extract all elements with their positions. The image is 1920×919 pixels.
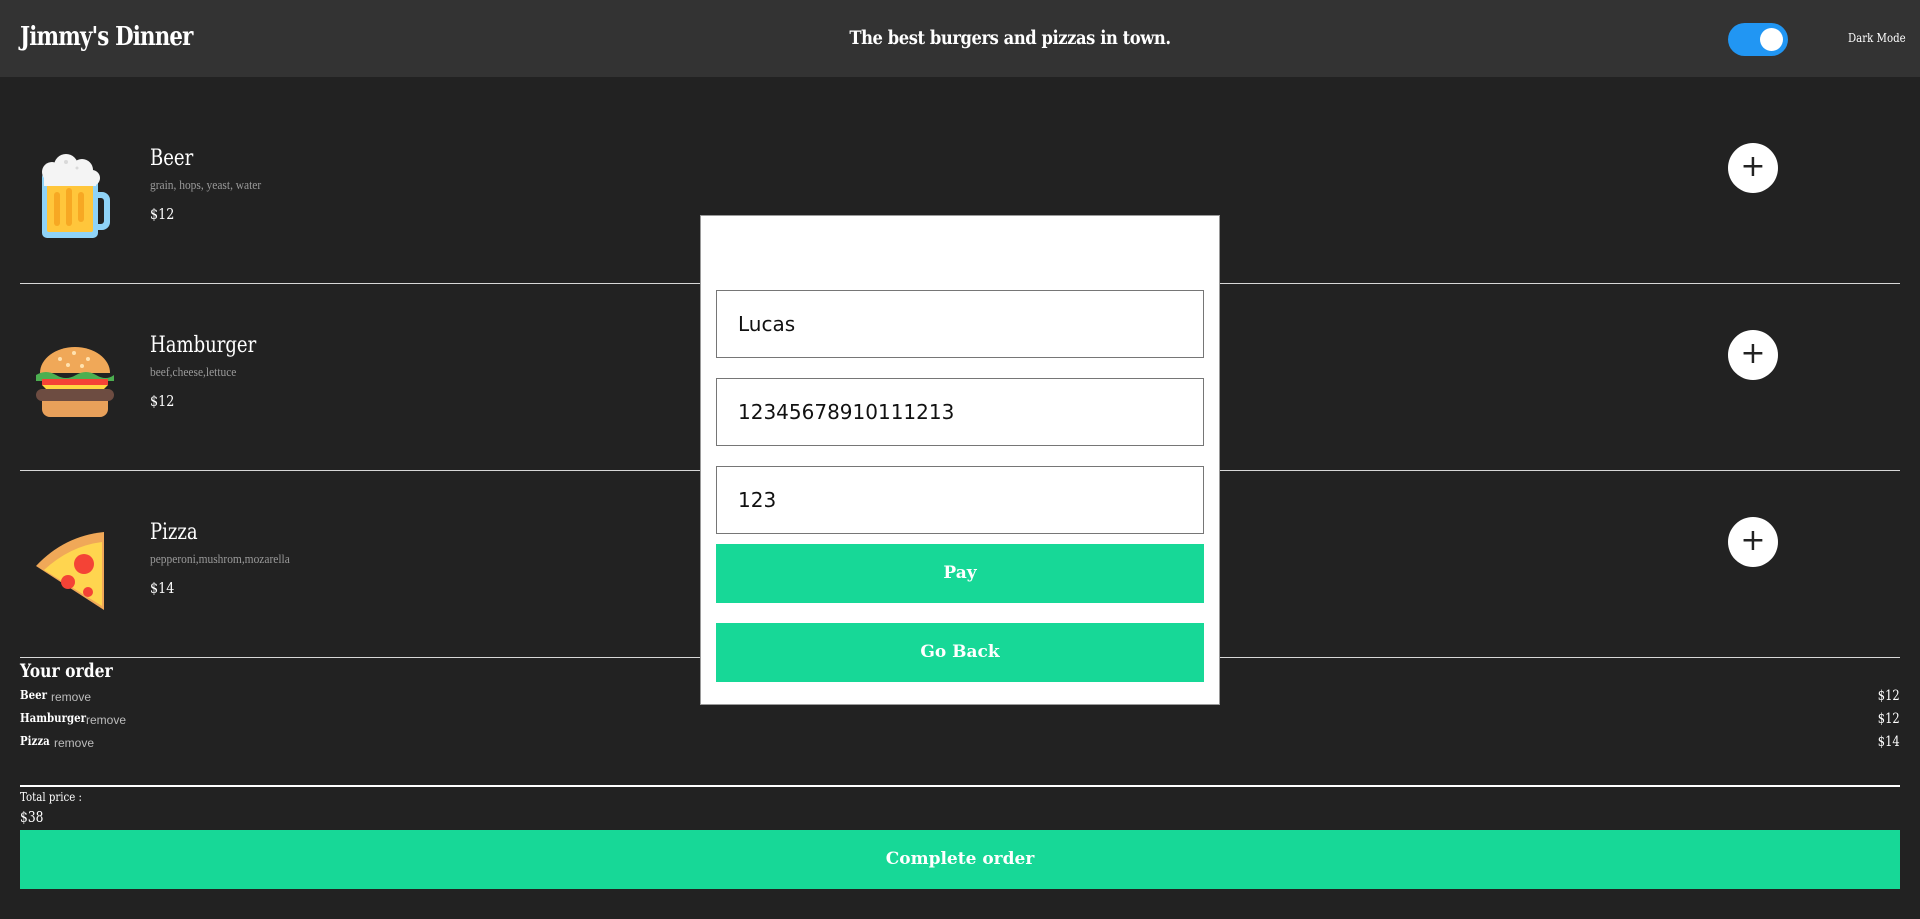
menu-item-name: Pizza	[150, 520, 198, 545]
hamburger-icon	[32, 339, 118, 425]
add-pizza-button[interactable]: +	[1728, 517, 1778, 567]
add-hamburger-button[interactable]: +	[1728, 330, 1778, 380]
remove-beer-link[interactable]: remove	[51, 690, 91, 704]
total-label: Total price :	[20, 790, 82, 804]
cvv-input[interactable]	[716, 466, 1204, 534]
pay-button[interactable]: Pay	[716, 544, 1204, 603]
remove-pizza-link[interactable]: remove	[54, 736, 94, 750]
beer-mug-icon	[32, 152, 118, 238]
menu-item-ingredients: grain, hops, yeast, water	[150, 177, 262, 192]
total-value: $38	[20, 808, 44, 826]
name-input[interactable]	[716, 290, 1204, 358]
menu-item-name: Hamburger	[150, 333, 257, 358]
add-beer-button[interactable]: +	[1728, 143, 1778, 193]
order-item-price: $12	[1878, 688, 1900, 704]
order-item-name: Beer	[20, 688, 47, 702]
menu-item-price: $12	[150, 205, 175, 223]
pizza-slice-icon	[32, 526, 118, 612]
dark-mode-toggle[interactable]	[1728, 23, 1788, 56]
payment-modal: Pay Go Back	[700, 215, 1220, 705]
remove-hamburger-link[interactable]: remove	[86, 713, 126, 727]
complete-order-button[interactable]: Complete order	[20, 830, 1900, 889]
menu-item-price: $14	[150, 579, 175, 597]
card-number-input[interactable]	[716, 378, 1204, 446]
menu-item-ingredients: pepperoni,mushrom,mozarella	[150, 551, 290, 566]
dark-mode-label: Dark Mode	[1848, 31, 1906, 45]
order-title: Your order	[20, 660, 113, 682]
order-item-name: Pizza	[20, 734, 50, 748]
toggle-knob	[1760, 28, 1783, 51]
menu-item-ingredients: beef,cheese,lettuce	[150, 364, 237, 379]
menu-item-name: Beer	[150, 146, 194, 171]
total-divider	[20, 785, 1900, 787]
menu-item-price: $12	[150, 392, 175, 410]
order-item-price: $12	[1878, 711, 1900, 727]
app-header: Jimmy's Dinner The best burgers and pizz…	[0, 0, 1920, 77]
order-row: Hamburger remove $12	[20, 711, 1900, 731]
order-item-price: $14	[1878, 734, 1900, 750]
order-item-name: Hamburger	[20, 711, 86, 725]
tagline: The best burgers and pizzas in town.	[849, 27, 1171, 49]
go-back-button[interactable]: Go Back	[716, 623, 1204, 682]
order-row: Pizza remove $14	[20, 734, 1900, 754]
